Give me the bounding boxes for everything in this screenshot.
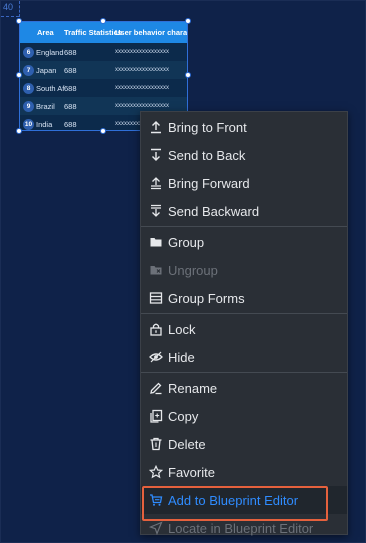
menu-item-send-to-back[interactable]: Send to Back bbox=[141, 141, 347, 169]
menu-item-label: Delete bbox=[168, 436, 206, 452]
menu-item-add-to-blueprint-editor[interactable]: Add to Blueprint Editor bbox=[141, 486, 347, 521]
cell-area: Japan bbox=[36, 66, 57, 75]
header-traffic: Traffic Statistics bbox=[64, 28, 122, 37]
menu-item-group[interactable]: Group bbox=[141, 228, 347, 256]
cell-area: India bbox=[36, 120, 53, 129]
trash-icon bbox=[149, 437, 163, 451]
cell-area: South Af bbox=[36, 84, 65, 93]
rank-badge: 9 bbox=[23, 101, 34, 112]
menu-item-label: Bring Forward bbox=[168, 175, 250, 191]
coordinate-label: 40 bbox=[3, 2, 14, 12]
copy-icon bbox=[149, 409, 163, 423]
menu-group: Lock Hide bbox=[141, 314, 347, 373]
star-icon bbox=[149, 465, 163, 479]
cell-area: Brazil bbox=[36, 102, 55, 111]
send-to-back-icon bbox=[149, 148, 163, 162]
pencil-icon bbox=[149, 381, 163, 395]
coordinate-guide-line-vertical bbox=[19, 1, 20, 17]
menu-item-label: Favorite bbox=[168, 464, 215, 480]
menu-group: Rename Copy Delete Favorite Add to Blueprint… bbox=[141, 373, 347, 543]
menu-item-group-forms[interactable]: Group Forms bbox=[141, 284, 347, 312]
menu-item-label: Group Forms bbox=[168, 290, 245, 306]
rank-badge: 10 bbox=[23, 119, 34, 130]
bring-forward-icon bbox=[149, 176, 163, 190]
rank-badge: 8 bbox=[23, 83, 34, 94]
menu-item-ungroup: Ungroup bbox=[141, 256, 347, 284]
menu-item-send-backward[interactable]: Send Backward bbox=[141, 197, 347, 225]
cell-traffic: 688 bbox=[64, 84, 77, 93]
menu-item-bring-to-front[interactable]: Bring to Front bbox=[141, 113, 347, 141]
cell-area: England bbox=[36, 48, 64, 57]
menu-item-hide[interactable]: Hide bbox=[141, 343, 347, 371]
cell-behavior: xxxxxxxxxxxxxxxxxx bbox=[115, 103, 169, 109]
menu-item-label: Hide bbox=[168, 349, 195, 365]
resize-handle-bottom[interactable] bbox=[100, 128, 106, 134]
cell-behavior: xxxxxxxxxxxxxxxxxx bbox=[115, 67, 169, 73]
resize-handle-right[interactable] bbox=[185, 72, 191, 78]
send-backward-icon bbox=[149, 204, 163, 218]
coordinate-guide-line bbox=[1, 16, 19, 17]
menu-item-label: Rename bbox=[168, 380, 218, 396]
menu-item-label: Ungroup bbox=[168, 262, 218, 278]
menu-item-delete[interactable]: Delete bbox=[141, 430, 347, 458]
menu-item-label: Copy bbox=[168, 408, 199, 424]
menu-item-label: Lock bbox=[168, 321, 196, 337]
cell-behavior: xxxxxxxxxxxxxxxxxx bbox=[115, 49, 169, 55]
bring-to-front-icon bbox=[149, 120, 163, 134]
menu-item-label: Locate in Blueprint Editor bbox=[168, 520, 314, 536]
menu-item-rename[interactable]: Rename bbox=[141, 374, 347, 402]
blueprint-cart-icon bbox=[149, 493, 163, 507]
resize-handle-top-left[interactable] bbox=[16, 18, 22, 24]
header-behavior: User behavior characte bbox=[115, 28, 188, 37]
menu-item-copy[interactable]: Copy bbox=[141, 402, 347, 430]
cell-traffic: 688 bbox=[64, 120, 77, 129]
menu-group: Bring to Front Send to Back Bring Forward S… bbox=[141, 112, 347, 227]
cell-traffic: 688 bbox=[64, 66, 77, 75]
resize-handle-top-right[interactable] bbox=[185, 18, 191, 24]
menu-item-favorite[interactable]: Favorite bbox=[141, 458, 347, 486]
menu-item-label: Bring to Front bbox=[168, 119, 247, 135]
table-row: 7 Japan 688 xxxxxxxxxxxxxxxxxx bbox=[20, 61, 187, 79]
resize-handle-left[interactable] bbox=[16, 72, 22, 78]
locate-arrow-icon bbox=[149, 521, 163, 535]
menu-item-bring-forward[interactable]: Bring Forward bbox=[141, 169, 347, 197]
menu-item-locate-in-blueprint-editor: Locate in Blueprint Editor bbox=[141, 514, 347, 542]
menu-group: Group Ungroup Group Forms bbox=[141, 227, 347, 314]
eye-hide-icon bbox=[149, 350, 163, 364]
resize-handle-bottom-left[interactable] bbox=[16, 128, 22, 134]
table-header: Area Traffic Statistics User behavior ch… bbox=[20, 22, 187, 43]
rank-badge: 7 bbox=[23, 65, 34, 76]
resize-handle-top[interactable] bbox=[100, 18, 106, 24]
cell-traffic: 688 bbox=[64, 102, 77, 111]
cell-traffic: 688 bbox=[64, 48, 77, 57]
group-forms-icon bbox=[149, 291, 163, 305]
menu-item-label: Send to Back bbox=[168, 147, 246, 163]
menu-item-label: Group bbox=[168, 234, 205, 250]
rank-badge: 6 bbox=[23, 47, 34, 58]
lock-icon bbox=[149, 322, 163, 336]
table-row: 6 England 688 xxxxxxxxxxxxxxxxxx bbox=[20, 43, 187, 61]
header-area: Area bbox=[37, 28, 54, 37]
context-menu: Bring to Front Send to Back Bring Forward S… bbox=[140, 111, 348, 536]
ungroup-folder-icon bbox=[149, 263, 163, 277]
menu-item-lock[interactable]: Lock bbox=[141, 315, 347, 343]
table-row: 8 South Af 688 xxxxxxxxxxxxxxxxxx bbox=[20, 79, 187, 97]
folder-icon bbox=[149, 235, 163, 249]
menu-item-label: Send Backward bbox=[168, 203, 260, 219]
menu-item-label: Add to Blueprint Editor bbox=[168, 492, 299, 508]
cell-behavior: xxxxxxxxxxxxxxxxxx bbox=[115, 85, 169, 91]
